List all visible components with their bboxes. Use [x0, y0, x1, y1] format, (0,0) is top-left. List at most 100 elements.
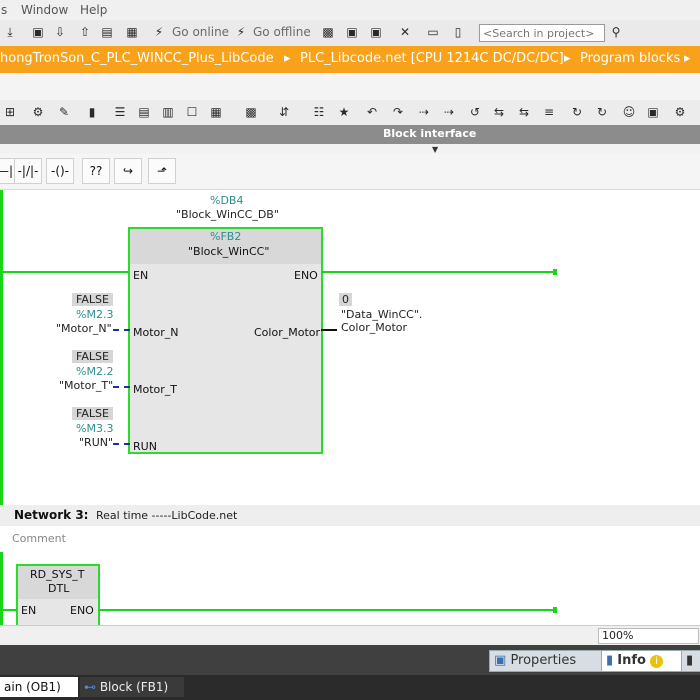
function-block-rd-sys-t[interactable]: RD_SYS_T DTL EN ENO [16, 564, 100, 630]
go-offline-icon[interactable]: ⚡ [233, 24, 249, 40]
stop-cpu-icon[interactable]: ▣ [368, 24, 384, 40]
open-branch-icon[interactable]: ↪ [114, 158, 142, 184]
open-networks-icon[interactable]: ▤ [136, 104, 152, 120]
compare-icon[interactable]: ≡ [541, 104, 557, 120]
network-comment[interactable]: Comment [0, 526, 562, 553]
task-block-fb1[interactable]: ⊷ Block (FB1) [80, 677, 184, 697]
start-cpu-icon[interactable]: ▣ [344, 24, 360, 40]
go-online-icon[interactable]: ⚡ [151, 24, 167, 40]
undo-icon[interactable]: ↺ [467, 104, 483, 120]
ladder-editor[interactable]: %DB4 "Block_WinCC_DB" %FB2 "Block_WinCC"… [0, 190, 700, 505]
jump-next-icon[interactable]: ↷ [390, 104, 406, 120]
search-input[interactable] [479, 24, 605, 42]
comment-icon[interactable]: ☐ [184, 104, 200, 120]
cross-reference-icon[interactable]: ✕ [397, 24, 413, 40]
output-tag-line2[interactable]: Color_Motor [341, 321, 407, 334]
coil-icon[interactable]: -()- [46, 158, 74, 184]
accessible-devices-icon[interactable]: ▩ [320, 24, 336, 40]
goto-error-icon[interactable]: ⇢ [441, 104, 457, 120]
go-offline-button[interactable]: Go offline [253, 25, 311, 39]
save-icon[interactable]: ⤓ [2, 24, 18, 40]
input-value: FALSE [72, 293, 113, 306]
settings-icon[interactable]: ⚙ [672, 104, 688, 120]
tab-properties[interactable]: ▣ Properties [489, 650, 603, 672]
input-address: %M3.3 [76, 422, 114, 435]
goto-icon[interactable]: ⇢ [416, 104, 432, 120]
menu-bar: s Window Help [0, 0, 700, 20]
task-block-label: Block (FB1) [99, 680, 169, 694]
star-icon[interactable]: ★ [336, 104, 352, 120]
breadcrumb-project[interactable]: hongTronSon_C_PLC_WINCC_Plus_LibCode [0, 51, 274, 66]
menu-item-help[interactable]: Help [80, 3, 107, 17]
pin-run: RUN [133, 440, 157, 453]
tab-info[interactable]: ▮ Info i [601, 650, 683, 672]
network-3-body[interactable]: RD_SYS_T DTL EN ENO [0, 552, 700, 630]
list-icon[interactable]: ☰ [112, 104, 128, 120]
fb-name-line1: RD_SYS_T [30, 568, 85, 581]
assignment-icon[interactable]: ⇆ [516, 104, 532, 120]
edit-icon[interactable]: ✎ [56, 104, 72, 120]
grid-icon[interactable]: ☷ [311, 104, 327, 120]
pin-en: EN [21, 604, 37, 617]
instance-db-name[interactable]: "Block_WinCC_DB" [176, 208, 279, 221]
absolute-symbolic-icon[interactable]: ⚙ [30, 104, 46, 120]
breadcrumb-program-blocks[interactable]: Program blocks [580, 51, 680, 66]
pin-color-motor: Color_Motor [254, 326, 321, 339]
input-tag[interactable]: "Motor_T" [59, 379, 113, 392]
refresh-icon[interactable]: ↻ [569, 104, 585, 120]
close-networks-icon[interactable]: ▥ [160, 104, 176, 120]
input-tag[interactable]: "Motor_N" [56, 322, 112, 335]
monitoring-on-icon[interactable]: ▣ [645, 104, 661, 120]
monitor-icon[interactable]: ▮ [84, 104, 100, 120]
function-block-block-wincc[interactable]: %FB2 "Block_WinCC" EN ENO Motor_N Color_… [128, 227, 323, 454]
zoom-select[interactable]: 100% [598, 628, 699, 644]
comment-placeholder: Comment [12, 532, 66, 545]
search-go-icon[interactable]: ⚲ [608, 24, 624, 40]
input-tag[interactable]: "RUN" [79, 436, 113, 449]
tab-properties-label: Properties [510, 653, 577, 668]
simulation-icon[interactable]: ▦ [124, 24, 140, 40]
refresh-all-icon[interactable]: ↻ [594, 104, 610, 120]
network-3-header[interactable]: Network 3: Real time -----LibCode.net [0, 505, 700, 526]
compile-icon[interactable]: ▤ [99, 24, 115, 40]
pin-en: EN [133, 269, 149, 282]
empty-box-icon[interactable]: ?? [82, 158, 110, 184]
call-structure-icon[interactable]: ⇆ [491, 104, 507, 120]
info-badge-icon: i [650, 655, 664, 668]
main-toolbar: ⤓ ▣ ⇩ ⇧ ▤ ▦ ⚡ Go online ⚡ Go offline ▩ ▣… [0, 20, 700, 47]
download-icon[interactable]: ▣ [30, 24, 46, 40]
menu-item-tools[interactable]: s [1, 3, 7, 17]
go-online-button[interactable]: Go online [172, 25, 229, 39]
input-wire [113, 329, 130, 331]
breadcrumb-device[interactable]: PLC_Libcode.net [CPU 1214C DC/DC/DC] [300, 51, 564, 66]
breadcrumb: hongTronSon_C_PLC_WINCC_Plus_LibCode ▸ P… [0, 46, 700, 73]
users-icon[interactable]: ☺ [621, 104, 637, 120]
output-tag-line1[interactable]: "Data_WinCC". [341, 308, 422, 321]
task-main-ob1[interactable]: ain (OB1) [0, 677, 78, 697]
tag-info-icon[interactable]: ▩ [243, 104, 259, 120]
upload-icon[interactable]: ⇧ [77, 24, 93, 40]
pin-eno: ENO [70, 604, 94, 617]
input-address: %M2.2 [76, 365, 114, 378]
close-branch-icon[interactable]: ⬏ [148, 158, 176, 184]
power-rail [0, 190, 3, 505]
split-horizontal-icon[interactable]: ▭ [425, 24, 441, 40]
favorites-icon[interactable]: ▦ [208, 104, 224, 120]
block-interface-bar[interactable]: Block interface [0, 125, 700, 144]
fb-address: %FB2 [210, 230, 242, 243]
rung-eno-line [98, 609, 556, 611]
network-description[interactable]: Real time -----LibCode.net [96, 509, 237, 522]
insert-network-icon[interactable]: ⊞ [2, 104, 18, 120]
tab-diagnostics[interactable]: ▮ [681, 650, 700, 672]
jump-prev-icon[interactable]: ↶ [364, 104, 380, 120]
normally-closed-contact-icon[interactable]: -|/|- [14, 158, 42, 184]
pin-motor-t: Motor_T [133, 383, 178, 396]
menu-item-window[interactable]: Window [21, 3, 68, 17]
breadcrumb-more[interactable]: ▸ [684, 51, 691, 66]
split-vertical-icon[interactable]: ▯ [450, 24, 466, 40]
task-main-label: ain (OB1) [4, 680, 61, 694]
network-info-icon[interactable]: ⇵ [276, 104, 292, 120]
chevron-down-icon[interactable]: ▼ [432, 145, 438, 154]
inspector-bar: ▣ Properties ▮ Info i ▮ [0, 645, 700, 675]
download-to-device-icon[interactable]: ⇩ [52, 24, 68, 40]
